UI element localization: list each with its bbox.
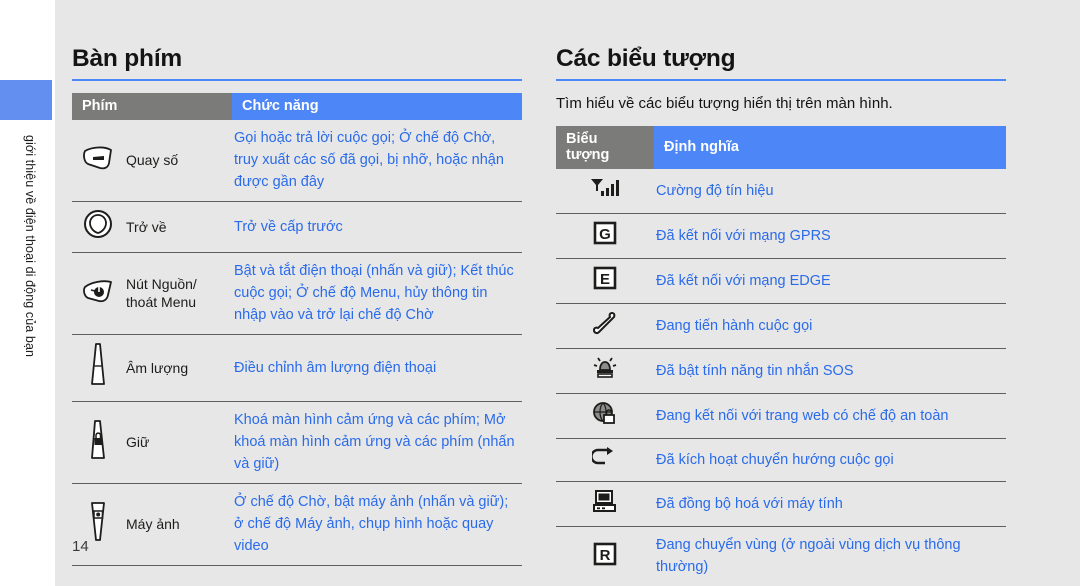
key-name: Âm lượng <box>124 334 233 402</box>
table-row: Đang tiến hành cuộc gọi <box>556 303 1006 349</box>
key-name: Quay số <box>124 120 233 202</box>
title-rule-right <box>556 79 1006 81</box>
edge-icon: E <box>556 258 654 304</box>
column-header-icon: Biểu tượng <box>556 126 654 169</box>
icon-description: Đã kết nối với mạng EDGE <box>654 258 1006 304</box>
hold-lock-key-icon <box>72 401 124 484</box>
icon-description: Cường độ tín hiệu <box>654 169 1006 214</box>
key-name: Trở về <box>124 201 233 253</box>
icon-description: Đang chuyển vùng (ở ngoài vùng dịch vụ t… <box>654 526 1006 586</box>
page-title-keypad: Bàn phím <box>72 45 183 72</box>
chapter-vertical-label: giới thiệu về điện thoại di động của bạn <box>23 135 37 358</box>
sos-alarm-icon <box>556 348 654 394</box>
table-row: Cường độ tín hiệu <box>556 169 1006 214</box>
key-description: Gọi hoặc trả lời cuộc gọi; Ở chế độ Chờ,… <box>232 120 523 202</box>
page-number: 14 <box>72 538 89 555</box>
table-row: E Đã kết nối với mạng EDGE <box>556 258 1006 304</box>
right-column: Các biểu tượng Tìm hiểu về các biểu tượn… <box>556 0 1006 586</box>
keypad-table: Phím Chức năng Quay số Gọi hoặc trả lời … <box>72 93 523 566</box>
table-row: G Đã kết nối với mạng GPRS <box>556 213 1006 259</box>
column-header-definition: Định nghĩa <box>654 126 1006 169</box>
table-row: Đã kích hoạt chuyển hướng cuộc gọi <box>556 438 1006 482</box>
roaming-icon: R <box>556 526 654 586</box>
volume-key-icon <box>72 334 124 402</box>
call-divert-icon <box>556 438 654 482</box>
key-description: Trở về cấp trước <box>232 201 523 253</box>
table-row: Đã bật tính năng tin nhắn SOS <box>556 348 1006 394</box>
icon-description: Đang tiến hành cuộc gọi <box>654 303 1006 349</box>
gprs-icon: G <box>556 213 654 259</box>
dial-key-icon <box>72 120 124 202</box>
icon-description: Đã kết nối với mạng GPRS <box>654 213 1006 259</box>
icon-description: Đã kích hoạt chuyển hướng cuộc gọi <box>654 438 1006 482</box>
column-header-function: Chức năng <box>232 93 523 120</box>
key-description: Ở chế độ Chờ, bật máy ảnh (nhấn và giữ);… <box>232 483 523 566</box>
table-row: Âm lượng Điều chỉnh âm lượng điện thoại <box>72 334 523 402</box>
icons-table: Biểu tượng Định nghĩa Cường độ tín hiệu … <box>556 126 1006 586</box>
left-column: Bàn phím Phím Chức năng Quay số Gọi hoặc… <box>72 0 523 586</box>
call-in-progress-icon <box>556 303 654 349</box>
key-name: Máy ảnh <box>124 483 233 566</box>
table-row: Đã đồng bộ hoá với máy tính <box>556 481 1006 527</box>
signal-strength-icon <box>556 169 654 214</box>
table-row: R Đang chuyển vùng (ở ngoài vùng dịch vụ… <box>556 526 1006 586</box>
key-name: Giữ <box>124 401 233 484</box>
key-description: Bật và tắt điện thoại (nhấn và giữ); Kết… <box>232 252 523 335</box>
table-row: Giữ Khoá màn hình cảm ứng và các phím; M… <box>72 401 523 484</box>
icons-intro-text: Tìm hiểu về các biểu tượng hiển thị trên… <box>556 95 893 112</box>
svg-text:E: E <box>600 271 610 288</box>
title-rule-left <box>72 79 522 81</box>
table-header-row: Phím Chức năng <box>72 93 523 120</box>
table-row: Trở về Trở về cấp trước <box>72 201 523 253</box>
pc-sync-icon <box>556 481 654 527</box>
icon-description: Đang kết nối với trang web có chế độ an … <box>654 393 1006 439</box>
table-row: Đang kết nối với trang web có chế độ an … <box>556 393 1006 439</box>
key-description: Điều chỉnh âm lượng điện thoại <box>232 334 523 402</box>
page-title-icons: Các biểu tượng <box>556 45 736 72</box>
chapter-tab <box>0 80 52 120</box>
table-row: Quay số Gọi hoặc trả lời cuộc gọi; Ở chế… <box>72 120 523 202</box>
svg-text:R: R <box>600 547 611 564</box>
key-name: Nút Nguồn/ thoát Menu <box>124 252 233 335</box>
manual-page: giới thiệu về điện thoại di động của bạn… <box>0 0 1080 586</box>
icon-description: Đã bật tính năng tin nhắn SOS <box>654 348 1006 394</box>
power-end-key-icon <box>72 252 124 335</box>
back-key-icon <box>72 201 124 253</box>
table-row: Máy ảnh Ở chế độ Chờ, bật máy ảnh (nhấn … <box>72 483 523 566</box>
column-header-key: Phím <box>72 93 233 120</box>
table-header-row: Biểu tượng Định nghĩa <box>556 126 1006 169</box>
icon-description: Đã đồng bộ hoá với máy tính <box>654 481 1006 527</box>
table-row: Nút Nguồn/ thoát Menu Bật và tắt điện th… <box>72 252 523 335</box>
key-description: Khoá màn hình cảm ứng và các phím; Mở kh… <box>232 401 523 484</box>
svg-text:G: G <box>599 226 611 243</box>
secure-web-icon <box>556 393 654 439</box>
